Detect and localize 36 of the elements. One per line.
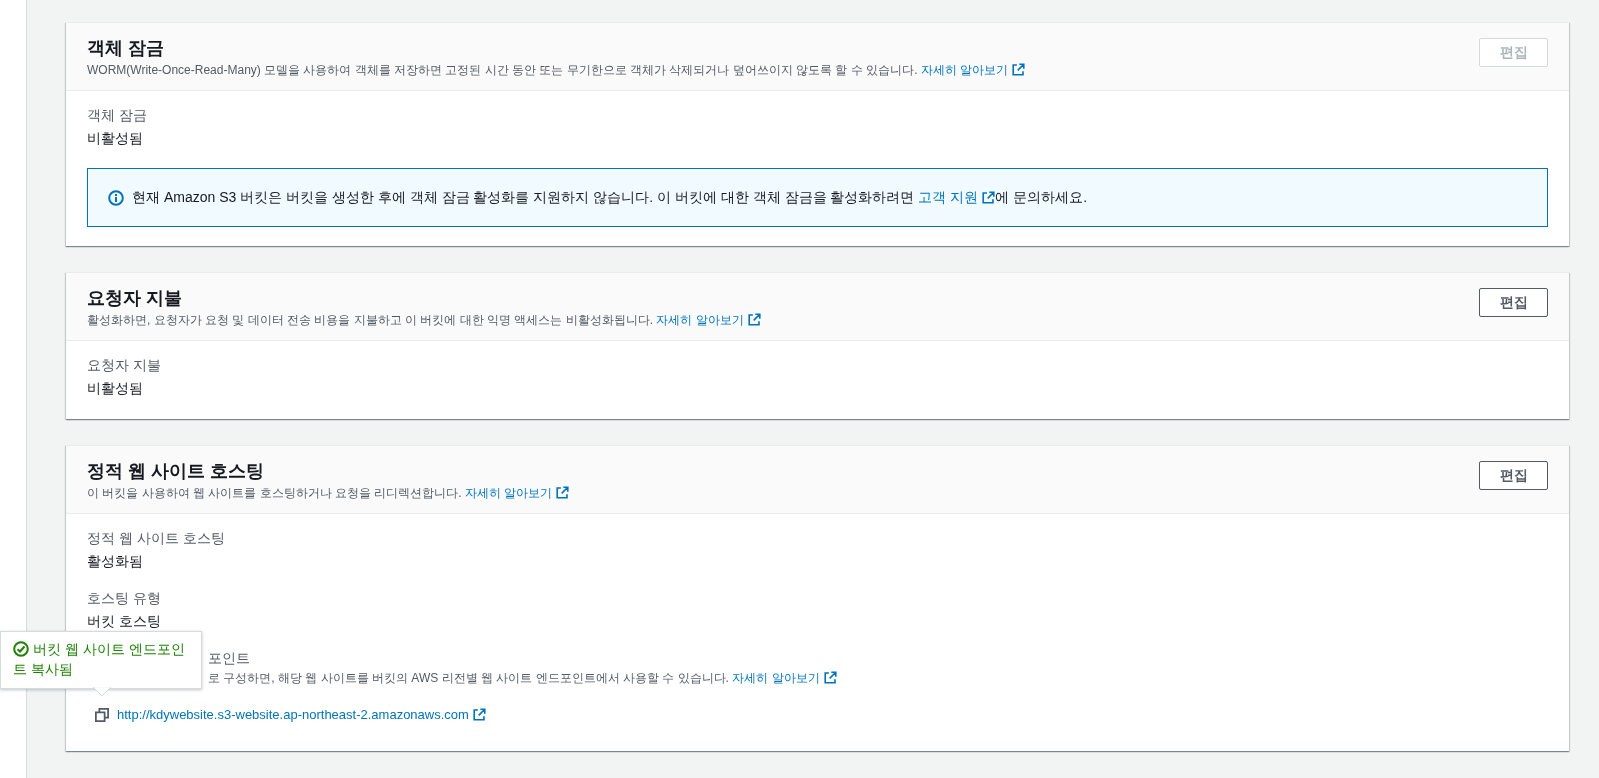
field-value: 활성화됨 [87, 552, 144, 571]
learn-more-link[interactable]: 자세히 알아보기 [656, 313, 761, 327]
field-value: 비활성됨 [87, 129, 144, 148]
field-label: 호스팅 유형 [87, 589, 162, 608]
external-link-icon [1012, 63, 1026, 76]
field-label: 포인트 [208, 649, 251, 668]
card-title: 객체 잠금 [87, 37, 165, 60]
info-icon [108, 189, 124, 206]
field-label: 정적 웹 사이트 호스팅 [87, 529, 226, 548]
check-circle-icon [13, 641, 29, 657]
card-title: 요청자 지불 [87, 287, 183, 310]
field-value: 비활성됨 [87, 379, 144, 398]
learn-more-link[interactable]: 자세히 알아보기 [920, 63, 1026, 77]
learn-more-link[interactable]: 자세히 알아보기 [732, 671, 837, 685]
tooltip-pointer [93, 687, 111, 697]
copied-tooltip: 버킷 웹 사이트 엔드포인트 복사됨 [0, 631, 202, 697]
card-description: WORM(Write-Once-Read-Many) 모델을 사용하여 객체를 저장하면 고정된 시간 동안 또는 무기한으로 객체가 삭제되거나 덮어쓰이지 않도록 할 수 있습니다. 자세히 알아보기 [87, 61, 1026, 79]
external-link-icon [823, 671, 837, 684]
external-link-icon [982, 190, 996, 204]
external-link-icon [472, 708, 486, 721]
copy-icon[interactable] [95, 707, 109, 722]
card-title: 정적 웹 사이트 호스팅 [87, 460, 265, 483]
card-description: 이 버킷을 사용하여 웹 사이트를 호스팅하거나 요청을 리디렉션합니다. 자세히 알아보기 [87, 484, 570, 502]
card-description: 활성화하면, 요청자가 요청 및 데이터 전송 비용을 지불하고 이 버킷에 대한 익명 액세스는 비활성화됩니다. 자세히 알아보기 [87, 311, 761, 329]
field-label: 요청자 지불 [87, 356, 162, 375]
alert-message: 현재 Amazon S3 버킷은 버킷을 생성한 후에 객체 잠금 활성화를 지원하지 않습니다. 이 버킷에 대한 객체 잠금을 활성화하려면 고객 지원 에 문의하세요. [132, 188, 1088, 207]
learn-more-link[interactable]: 자세히 알아보기 [465, 486, 570, 500]
field-label: 객체 잠금 [87, 106, 148, 125]
edit-button[interactable]: 편집 [1479, 288, 1548, 317]
support-link[interactable]: 고객 지원 [918, 188, 996, 205]
field-value: 버킷 호스팅 [87, 612, 162, 631]
edit-button[interactable]: 편집 [1479, 461, 1548, 490]
field-description: 로 구성하면, 해당 웹 사이트를 버킷의 AWS 리전별 웹 사이트 엔드포인트에서 사용할 수 있습니다. 자세히 알아보기 [208, 669, 1548, 687]
external-link-icon [556, 486, 570, 499]
external-link-icon [747, 313, 761, 326]
endpoint-link[interactable]: http://kdywebsite.s3-website.ap-northeast-2.amazonaws.com [117, 707, 486, 722]
